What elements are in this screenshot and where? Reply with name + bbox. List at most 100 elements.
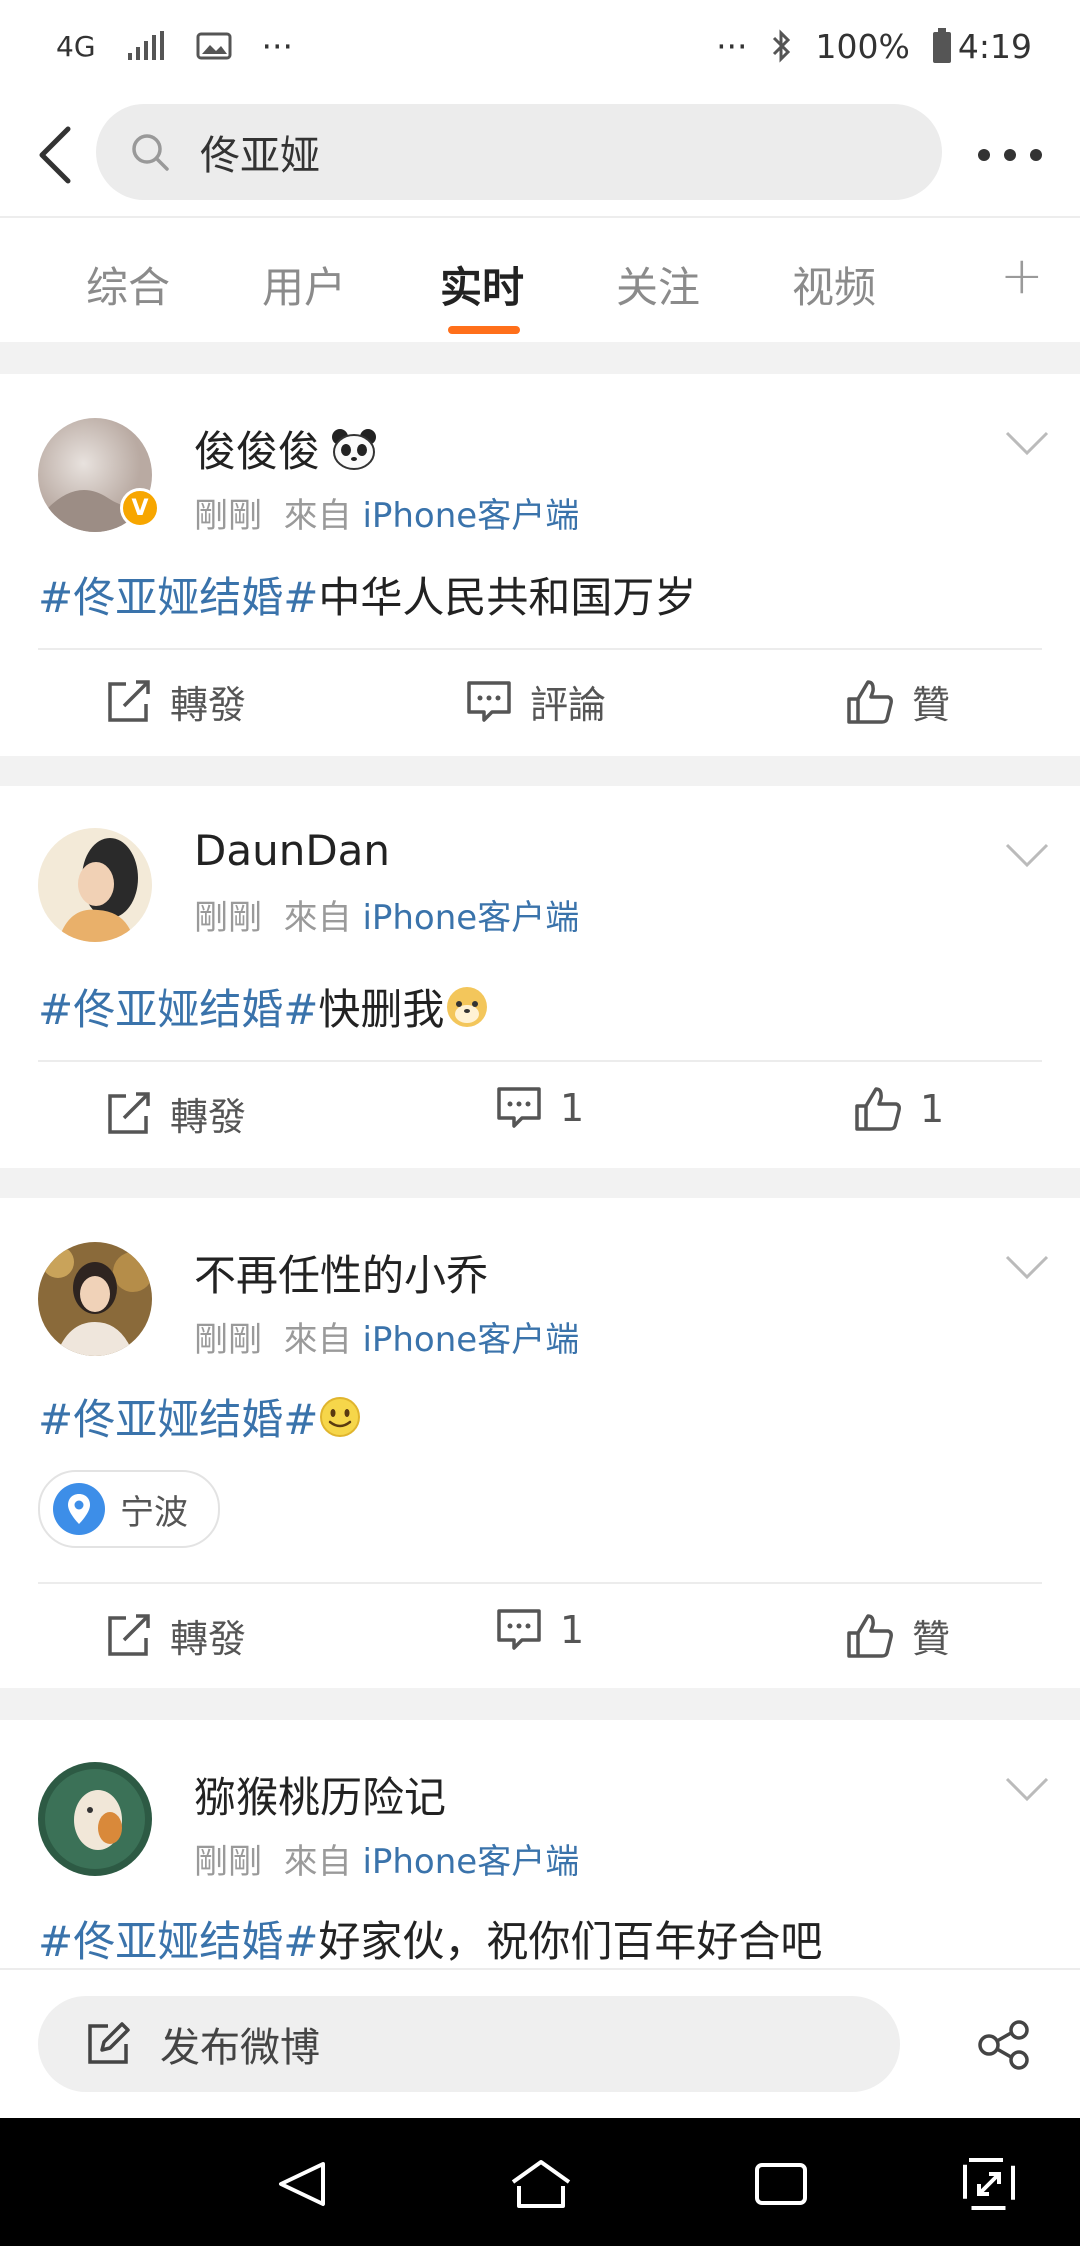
expand-icon — [963, 2158, 1015, 2210]
search-input[interactable]: 佟亚娅 — [96, 104, 942, 200]
post-card: 猕猴桃历险记 剛剛 來自 iPhone客户端 #佟亚娅结婚# 好家伙，祝你们百年好… — [0, 1720, 1080, 1968]
active-tab-indicator — [448, 326, 520, 334]
verified-badge: V — [120, 488, 160, 528]
username-text: DaunDan — [194, 826, 391, 875]
avatar[interactable] — [38, 1762, 152, 1876]
back-button[interactable] — [24, 120, 84, 190]
post-hashtag[interactable]: #佟亚娅结婚# — [38, 564, 318, 625]
gallery-icon — [196, 32, 232, 60]
post-meta: 剛剛 來自 iPhone客户端 — [194, 1312, 579, 1361]
post-source[interactable]: iPhone客户端 — [362, 1842, 579, 1882]
share-button[interactable] — [970, 2014, 1038, 2076]
search-header: 佟亚娅 — [0, 92, 1080, 218]
comment-button[interactable]: 1 — [496, 1086, 584, 1130]
avatar[interactable] — [38, 1242, 152, 1356]
post-meta: 剛剛 來自 iPhone客户端 — [194, 890, 579, 939]
like-button[interactable]: 1 — [854, 1086, 944, 1132]
tab-realtime[interactable]: 实时 — [440, 254, 524, 315]
post-time: 剛剛 — [194, 898, 262, 938]
more-options-button[interactable] — [970, 130, 1050, 180]
comment-button[interactable]: 評論 — [466, 674, 606, 729]
chevron-down-icon[interactable] — [1004, 1774, 1050, 1804]
divider — [38, 648, 1042, 650]
nav-back-button[interactable] — [266, 2152, 336, 2216]
thumbs-up-icon — [855, 1087, 901, 1131]
repost-button[interactable]: 轉發 — [106, 1086, 246, 1141]
username-text: 俊俊俊 — [194, 427, 321, 476]
post-text: #佟亚娅结婚# 好家伙，祝你们百年好合吧 — [38, 1908, 822, 1968]
nav-home-icon — [511, 2160, 571, 2208]
post-hashtag[interactable]: #佟亚娅结婚# — [38, 1386, 318, 1447]
share-icon — [978, 2020, 1029, 2070]
post-from: 來自 — [283, 1320, 352, 1360]
post-hashtag[interactable]: #佟亚娅结婚# — [38, 976, 318, 1037]
tab-following[interactable]: 关注 — [616, 254, 700, 315]
post-source[interactable]: iPhone客户端 — [362, 898, 579, 938]
username-text: 猕猴桃历险记 — [194, 1773, 447, 1822]
username[interactable]: 俊俊俊 — [194, 418, 378, 479]
add-tab-button[interactable]: + — [1000, 246, 1044, 306]
post-time: 剛剛 — [194, 496, 262, 536]
battery-percent: 100% — [815, 26, 910, 66]
username[interactable]: DaunDan — [194, 826, 390, 875]
search-icon — [130, 132, 170, 172]
nav-home-button[interactable] — [506, 2152, 576, 2216]
username[interactable]: 猕猴桃历险记 — [194, 1764, 446, 1825]
clock: 4:19 — [957, 26, 1032, 66]
chevron-down-icon[interactable] — [1004, 840, 1050, 870]
post-text: #佟亚娅结婚# 快删我 — [38, 976, 490, 1037]
repost-label: 轉發 — [170, 683, 247, 727]
nav-recents-button[interactable] — [746, 2152, 816, 2216]
chevron-down-icon[interactable] — [1004, 428, 1050, 458]
battery-icon — [932, 28, 952, 64]
location-tag[interactable]: 宁波 — [38, 1470, 220, 1548]
search-tabs: 综合 用户 实时 关注 视频 + — [0, 218, 1080, 342]
repost-label: 轉發 — [170, 1095, 247, 1139]
post-source[interactable]: iPhone客户端 — [362, 496, 579, 536]
bluetooth-icon — [770, 28, 794, 64]
status-bar: 4G ··· ··· 100% 4:19 — [0, 0, 1080, 92]
repost-icon — [108, 679, 150, 722]
divider — [38, 1060, 1042, 1062]
tab-video[interactable]: 视频 — [792, 254, 876, 315]
like-button[interactable]: 贊 — [846, 674, 950, 729]
post-time: 剛剛 — [194, 1320, 262, 1360]
repost-button[interactable]: 轉發 — [106, 1608, 246, 1663]
like-label: 贊 — [912, 1617, 951, 1661]
nav-recents-icon — [755, 2163, 807, 2205]
post-body: 好家伙，祝你们百年好合吧 — [318, 1917, 823, 1966]
panda-emoji-icon — [332, 428, 377, 470]
tab-users[interactable]: 用户 — [262, 254, 346, 315]
avatar[interactable] — [38, 828, 152, 942]
thumbs-up-icon — [847, 1613, 893, 1658]
username[interactable]: 不再任性的小乔 — [194, 1242, 488, 1303]
tab-general[interactable]: 综合 — [86, 254, 170, 315]
like-button[interactable]: 贊 — [846, 1608, 950, 1663]
location-pin-icon — [53, 1483, 105, 1535]
network-label: 4G — [56, 29, 96, 63]
edit-icon — [86, 2022, 130, 2066]
post-card: V 俊俊俊 剛剛 來自 iPhone客户端 #佟亚娅结婚# 中华人民共和国万岁 轉… — [0, 374, 1080, 756]
repost-button[interactable]: 轉發 — [106, 674, 246, 729]
post-text: #佟亚娅结婚# 中华人民共和国万岁 — [38, 564, 696, 625]
nav-expand-button[interactable] — [954, 2152, 1024, 2216]
divider — [38, 1582, 1042, 1584]
post-source[interactable]: iPhone客户端 — [362, 1320, 579, 1360]
post-time: 剛剛 — [194, 1842, 262, 1882]
search-query: 佟亚娅 — [200, 133, 320, 179]
post-from: 來自 — [283, 1842, 352, 1882]
post-hashtag[interactable]: #佟亚娅结婚# — [38, 1908, 318, 1968]
more-notifications: ··· — [261, 26, 293, 66]
post-text: #佟亚娅结婚# — [38, 1386, 362, 1447]
username-text: 不再任性的小乔 — [194, 1251, 489, 1300]
comment-icon — [497, 1609, 541, 1650]
comment-button[interactable]: 1 — [496, 1608, 584, 1652]
comment-label: 評論 — [530, 683, 607, 727]
like-label: 贊 — [912, 683, 951, 727]
smile-emoji-icon — [320, 1396, 361, 1437]
thumbs-up-icon — [847, 679, 893, 724]
system-nav-bar — [0, 2118, 1080, 2246]
repost-icon — [108, 1091, 150, 1134]
chevron-down-icon[interactable] — [1004, 1252, 1050, 1282]
compose-post-button[interactable]: 发布微博 — [38, 1996, 900, 2092]
